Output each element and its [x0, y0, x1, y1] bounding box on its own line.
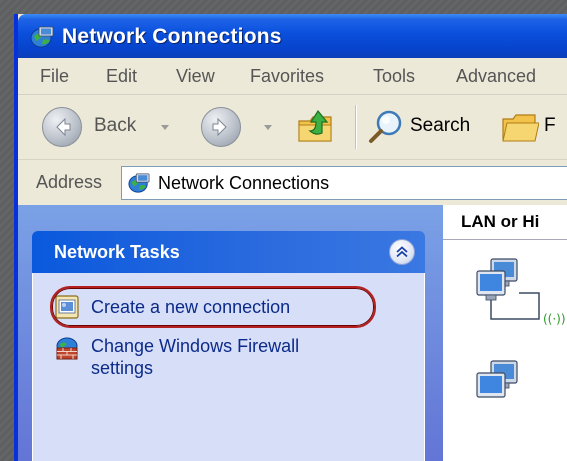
address-label: Address [36, 172, 103, 192]
network-globe-icon [128, 173, 150, 193]
toolbar: Back Search F Address Network Connection… [18, 95, 567, 205]
back-button[interactable] [42, 107, 82, 147]
menu-favorites[interactable]: Favorites [250, 66, 324, 87]
address-value: Network Connections [158, 173, 330, 193]
back-arrow-icon [56, 117, 71, 137]
wireless-signal-icon: ((·)) [543, 312, 566, 326]
window-title: Network Connections [62, 25, 282, 48]
network-connections-window: Network Connections File Edit View Favor… [14, 14, 567, 461]
forward-arrow-icon [212, 117, 227, 137]
collapse-button[interactable] [389, 239, 415, 265]
search-label[interactable]: Search [410, 115, 470, 137]
network-tasks-body: Create a new connection Change Windows F… [32, 273, 425, 461]
content-area: Network Tasks Create a new connection Ch… [18, 205, 567, 461]
address-bar: Address Network Connections [18, 160, 567, 205]
network-tasks-header[interactable]: Network Tasks [32, 231, 425, 273]
address-input[interactable]: Network Connections [121, 166, 567, 200]
create-new-connection-task[interactable]: Create a new connection [45, 281, 376, 329]
up-folder-icon[interactable] [296, 107, 336, 147]
forward-dropdown-icon[interactable] [264, 125, 272, 130]
network-tasks-title: Network Tasks [54, 242, 180, 262]
task-pane: Network Tasks Create a new connection Ch… [18, 205, 443, 461]
change-firewall-settings-task[interactable]: Change Windows Firewall settings [45, 335, 375, 385]
lan-group-header: LAN or Hi [461, 212, 540, 231]
connections-list: LAN or Hi ((·)) [443, 205, 567, 461]
new-connection-icon [55, 295, 79, 319]
folders-icon[interactable] [501, 111, 539, 145]
change-firewall-settings-label[interactable]: Change Windows Firewall settings [91, 335, 361, 379]
title-bar[interactable]: Network Connections [18, 14, 567, 58]
menu-edit[interactable]: Edit [106, 66, 137, 87]
toolbar-separator [355, 105, 356, 149]
firewall-icon [56, 337, 78, 360]
standard-buttons-row: Back Search F [18, 95, 567, 160]
menu-bar: File Edit View Favorites Tools Advanced [18, 58, 567, 95]
menu-file[interactable]: File [40, 66, 69, 87]
network-connection-icon[interactable]: ((·)) [473, 253, 567, 343]
menu-advanced[interactable]: Advanced [456, 66, 536, 87]
folders-label[interactable]: F [544, 115, 556, 137]
back-dropdown-icon[interactable] [161, 125, 169, 130]
chevron-up-icon [396, 246, 408, 258]
forward-button[interactable] [201, 107, 241, 147]
network-connection-icon-2[interactable] [473, 355, 567, 435]
search-icon[interactable] [366, 107, 406, 147]
create-new-connection-label[interactable]: Create a new connection [91, 296, 290, 318]
group-header: LAN or Hi [443, 205, 567, 240]
network-globe-icon [30, 26, 54, 48]
menu-view[interactable]: View [176, 66, 215, 87]
menu-tools[interactable]: Tools [373, 66, 415, 87]
network-tasks-panel: Network Tasks Create a new connection Ch… [32, 231, 425, 461]
back-label[interactable]: Back [94, 115, 136, 137]
